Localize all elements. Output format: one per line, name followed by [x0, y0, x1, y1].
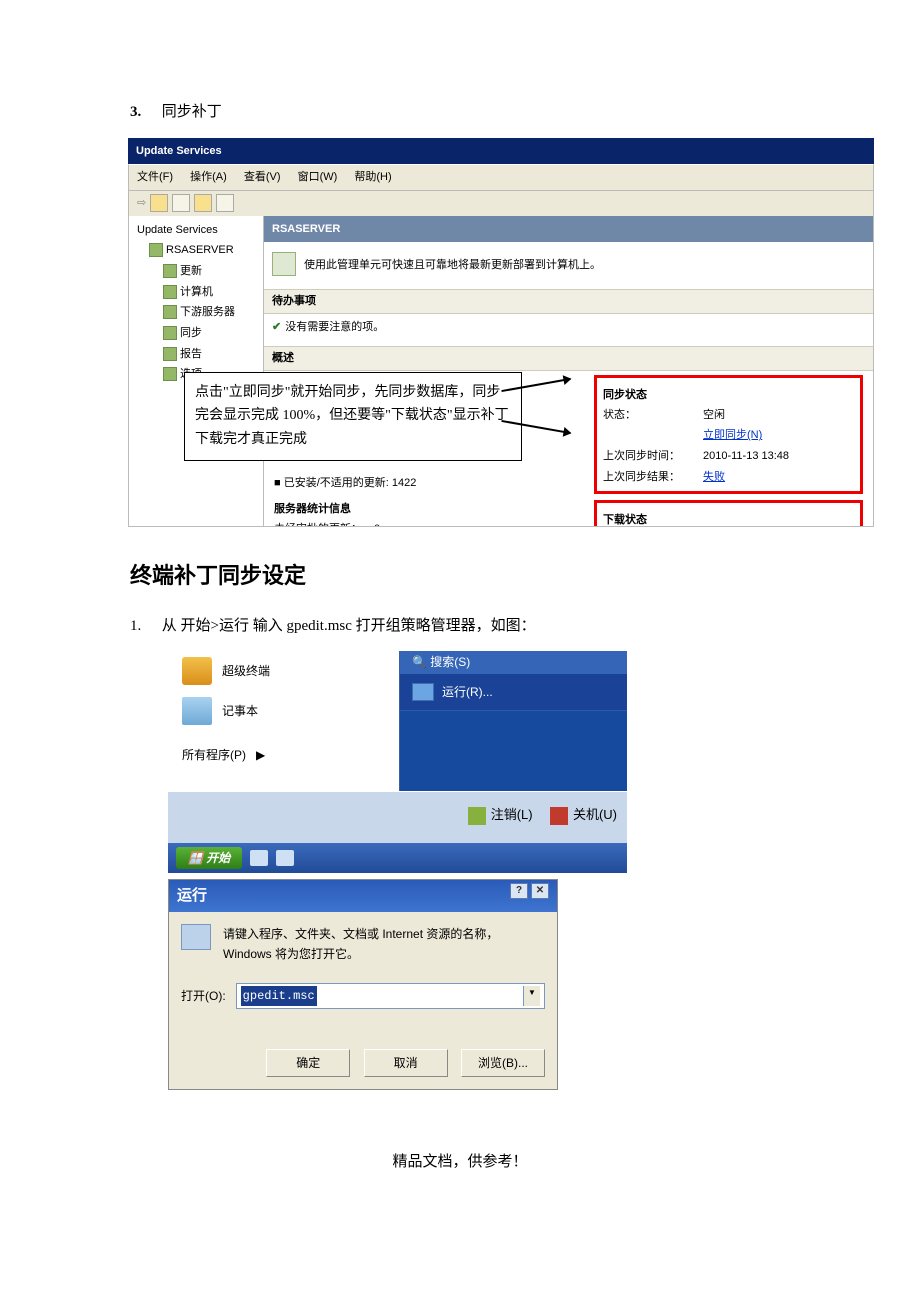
tool-btn-4[interactable]: [216, 194, 234, 212]
browse-button[interactable]: 浏览(B)...: [461, 1049, 545, 1077]
menu-file[interactable]: 文件(F): [137, 171, 173, 183]
overview-header: 概述: [264, 346, 873, 371]
logoff-button[interactable]: 注销(L): [468, 804, 533, 826]
taskbar-app-icon[interactable]: [276, 850, 294, 866]
downstream-icon: [163, 305, 177, 319]
startmenu-bottom: 注销(L) 关机(U): [168, 791, 627, 842]
open-label: 打开(O):: [181, 986, 226, 1006]
stats-h: 服务器统计信息: [274, 500, 574, 519]
options-icon: [163, 367, 177, 381]
server-icon: [149, 243, 163, 257]
updates-icon: [163, 264, 177, 278]
start-button[interactable]: 🪟 开始: [176, 847, 242, 869]
close-button[interactable]: ✕: [531, 883, 549, 899]
page-footer: 精品文档，供参考！: [0, 1150, 920, 1171]
sync-now-link[interactable]: 立即同步(N): [703, 426, 854, 445]
run-dialog: 运行 ? ✕ 请键入程序、文件夹、文档或 Internet 资源的名称，Wind…: [168, 879, 558, 1090]
wsus-main: RSASERVER 使用此管理单元可快速且可靠地将最新更新部署到计算机上。 待办…: [264, 216, 873, 526]
main-header: RSASERVER: [264, 216, 873, 243]
wsus-menubar: 文件(F) 操作(A) 查看(V) 窗口(W) 帮助(H): [128, 164, 874, 191]
ok-button[interactable]: 确定: [266, 1049, 350, 1077]
tree-downstream[interactable]: 下游服务器: [131, 302, 261, 323]
tool-btn-3[interactable]: [194, 194, 212, 212]
run-title: 运行: [177, 883, 207, 909]
help-button[interactable]: ?: [510, 883, 528, 899]
sm-search[interactable]: 🔍 搜索(S): [400, 651, 627, 673]
step1-num: 1.: [130, 614, 158, 640]
computers-icon: [163, 285, 177, 299]
tree-updates[interactable]: 更新: [131, 261, 261, 282]
menu-window[interactable]: 窗口(W): [298, 171, 338, 183]
nav-arrow[interactable]: ⇨: [137, 194, 146, 213]
menu-action[interactable]: 操作(A): [190, 171, 227, 183]
dropdown-icon[interactable]: ▼: [523, 986, 540, 1006]
run-icon: [412, 683, 434, 701]
main-intro: 使用此管理单元可快速且可靠地将最新更新部署到计算机上。: [264, 242, 873, 289]
tool-btn-2[interactable]: [172, 194, 190, 212]
step3-title: 同步补丁: [162, 104, 222, 120]
taskbar: 🪟 开始: [168, 843, 627, 873]
tree-server[interactable]: RSASERVER: [131, 240, 261, 261]
sm-allprograms[interactable]: 所有程序(P)▶: [168, 731, 399, 779]
shutdown-button[interactable]: 关机(U): [550, 804, 617, 826]
tree-root[interactable]: Update Services: [131, 220, 261, 241]
shutdown-icon: [550, 807, 568, 825]
tool-btn-1[interactable]: [150, 194, 168, 212]
wsus-toolbar: ⇨: [128, 191, 874, 216]
todo-header: 待办事项: [264, 289, 873, 314]
arrow-right-icon: ▶: [256, 745, 265, 765]
menu-view[interactable]: 查看(V): [244, 171, 281, 183]
sync-icon: [163, 326, 177, 340]
open-value: gpedit.msc: [241, 986, 317, 1006]
run-dialog-icon: [181, 924, 211, 950]
open-input[interactable]: gpedit.msc ▼: [236, 983, 545, 1009]
download-status-box: 下载状态 需要文件的更新：0: [594, 500, 863, 526]
tree-report[interactable]: 报告: [131, 344, 261, 365]
notepad-icon: [182, 697, 212, 725]
taskbar-ie-icon[interactable]: [250, 850, 268, 866]
hyperterm-icon: [182, 657, 212, 685]
sm-notepad[interactable]: 记事本: [168, 691, 399, 731]
sm-run[interactable]: 运行(R)...: [400, 674, 627, 711]
startmenu-left: 超级终端 记事本 所有程序(P)▶: [168, 651, 400, 791]
wsus-titlebar: Update Services: [128, 138, 874, 165]
ok-icon: ✔: [272, 321, 281, 333]
report-icon: [163, 347, 177, 361]
tree-sync[interactable]: 同步: [131, 323, 261, 344]
step1-text: 从 开始>运行 输入 gpedit.msc 打开组策略管理器，如图：: [162, 618, 536, 634]
menu-help[interactable]: 帮助(H): [354, 171, 391, 183]
wsus-tree: Update Services RSASERVER 更新 计算机 下游服务器 同…: [129, 216, 264, 526]
sync-status-box: 同步状态 状态：空闲 立即同步(N) 上次同步时间：2010-11-13 13:…: [594, 375, 863, 494]
intro-icon: [272, 252, 296, 276]
logoff-icon: [468, 807, 486, 825]
section-heading: 终端补丁同步设定: [130, 557, 790, 594]
callout-box: 点击"立即同步"就开始同步，先同步数据库，同步完会显示完成 100%，但还要等"…: [184, 372, 522, 461]
todo-body: ✔没有需要注意的项。: [264, 314, 873, 347]
run-msg: 请键入程序、文件夹、文档或 Internet 资源的名称，Windows 将为您…: [223, 924, 545, 965]
step3-num: 3.: [130, 100, 158, 126]
startmenu-screenshot: 超级终端 记事本 所有程序(P)▶ 🔍 搜索(S) 运行(R)... 注销(L)…: [168, 651, 627, 873]
sm-hyperterm[interactable]: 超级终端: [168, 651, 399, 691]
cancel-button[interactable]: 取消: [364, 1049, 448, 1077]
startmenu-right: 🔍 搜索(S) 运行(R)...: [400, 651, 627, 791]
installed-line: ■ 已安装/不适用的更新: 1422: [274, 474, 574, 493]
wsus-screenshot: Update Services 文件(F) 操作(A) 查看(V) 窗口(W) …: [128, 138, 874, 527]
tree-computers[interactable]: 计算机: [131, 282, 261, 303]
